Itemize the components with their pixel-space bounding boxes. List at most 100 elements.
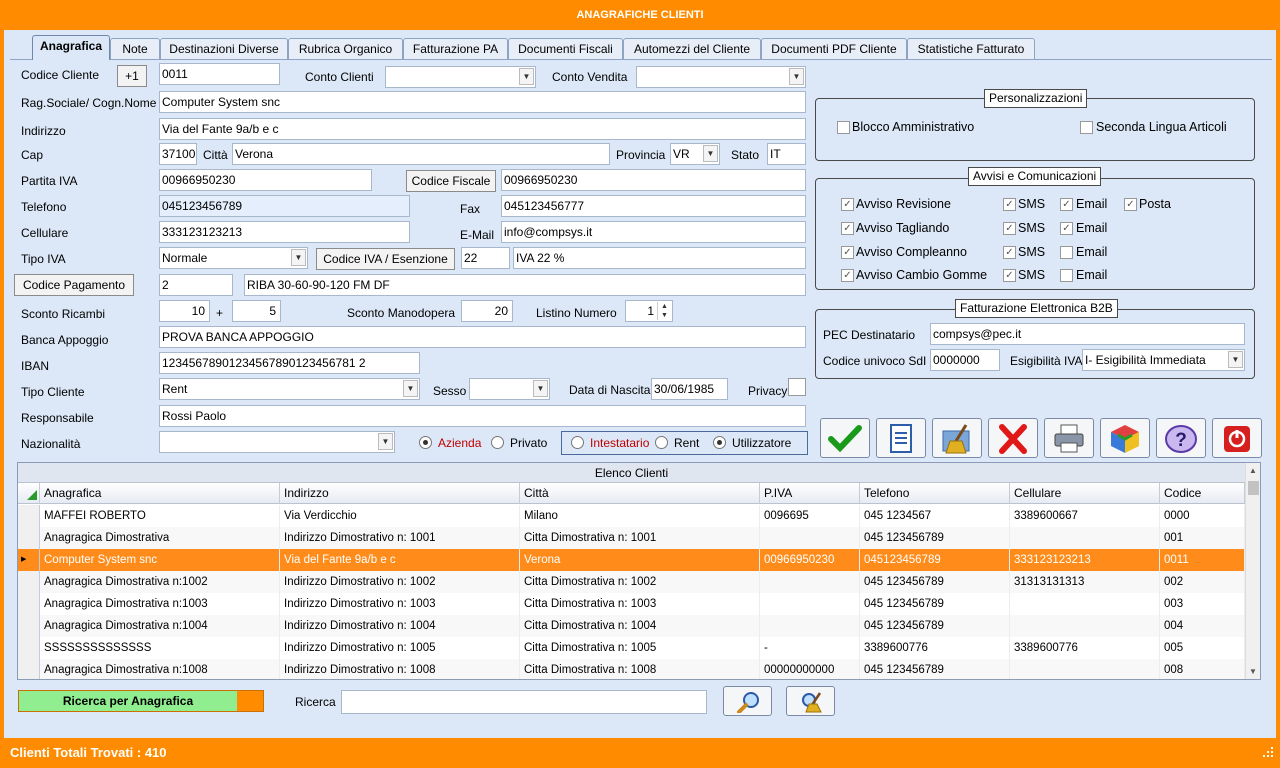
cellulare-input[interactable]: 333123123213: [159, 221, 410, 243]
revisione-sms-checkbox[interactable]: ✓: [1003, 198, 1016, 211]
chevron-down-icon[interactable]: ▼: [519, 68, 534, 85]
pec-input[interactable]: compsys@pec.it: [930, 323, 1245, 345]
tipo-cliente-select[interactable]: Rent ▼: [159, 378, 420, 400]
privacy-checkbox[interactable]: [788, 378, 806, 396]
rent-radio[interactable]: [655, 436, 668, 449]
provincia-select[interactable]: VR ▼: [670, 143, 720, 165]
new-document-button[interactable]: [876, 418, 926, 458]
piva-input[interactable]: 00966950230: [159, 169, 372, 191]
seconda-lingua-checkbox[interactable]: [1080, 121, 1093, 134]
stato-input[interactable]: IT: [767, 143, 806, 165]
chevron-down-icon[interactable]: ▼: [1228, 351, 1243, 368]
sconto-manodopera-input[interactable]: 20: [461, 300, 513, 322]
tagliando-email-checkbox[interactable]: ✓: [1060, 222, 1073, 235]
pagamento-code-input[interactable]: 2: [159, 274, 233, 296]
avviso-tagliando-checkbox[interactable]: ✓: [841, 222, 854, 235]
table-row[interactable]: Anagragica Dimostrativa Indirizzo Dimostr…: [18, 527, 1245, 549]
resize-grip-icon[interactable]: [1262, 746, 1274, 758]
nascita-input[interactable]: 30/06/1985: [651, 378, 728, 400]
col-codice[interactable]: Codice: [1160, 483, 1245, 504]
delete-button[interactable]: [988, 418, 1038, 458]
scroll-down-icon[interactable]: ▼: [1249, 667, 1257, 676]
cap-input[interactable]: 37100: [159, 143, 197, 165]
modules-button[interactable]: [1100, 418, 1150, 458]
tab-statistiche[interactable]: Statistiche Fatturato: [907, 38, 1035, 59]
sconto-ricambi2-input[interactable]: 5: [232, 300, 281, 322]
codice-cliente-input[interactable]: 0011: [159, 63, 280, 85]
compleanno-sms-checkbox[interactable]: ✓: [1003, 246, 1016, 259]
row-header[interactable]: [18, 637, 40, 659]
clienti-grid[interactable]: Elenco Clienti Anagrafica Indirizzo Citt…: [17, 462, 1261, 680]
tab-automezzi[interactable]: Automezzi del Cliente: [623, 38, 761, 59]
print-button[interactable]: [1044, 418, 1094, 458]
tab-documenti-fiscali[interactable]: Documenti Fiscali: [508, 38, 623, 59]
table-row[interactable]: Anagragica Dimostrativa n:1002 Indirizzo …: [18, 571, 1245, 593]
exit-button[interactable]: [1212, 418, 1262, 458]
iban-input[interactable]: 12345678901234567890123456781 2: [159, 352, 420, 374]
listino-stepper[interactable]: 1 ▲ ▼: [625, 300, 673, 322]
row-header[interactable]: ▶: [18, 549, 40, 571]
azienda-radio[interactable]: [419, 436, 432, 449]
indirizzo-input[interactable]: Via del Fante 9a/b e c: [159, 118, 806, 140]
table-row[interactable]: SSSSSSSSSSSSSS Indirizzo Dimostrativo n: …: [18, 637, 1245, 659]
row-header[interactable]: [18, 527, 40, 549]
blocco-checkbox[interactable]: [837, 121, 850, 134]
tagliando-sms-checkbox[interactable]: ✓: [1003, 222, 1016, 235]
codice-iva-button[interactable]: Codice IVA / Esenzione: [316, 248, 455, 270]
pagamento-desc-input[interactable]: RIBA 30-60-90-120 FM DF: [244, 274, 806, 296]
chevron-down-icon[interactable]: ▼: [403, 380, 418, 397]
table-row-selected[interactable]: ▶ Computer System snc Via del Fante 9a/b e…: [18, 549, 1245, 571]
table-row[interactable]: Anagragica Dimostrativa n:1003 Indirizzo …: [18, 593, 1245, 615]
col-telefono[interactable]: Telefono: [860, 483, 1010, 504]
revisione-email-checkbox[interactable]: ✓: [1060, 198, 1073, 211]
nazionalita-select[interactable]: ▼: [159, 431, 395, 453]
gomme-sms-checkbox[interactable]: ✓: [1003, 269, 1016, 282]
help-button[interactable]: ?: [1156, 418, 1206, 458]
grid-scrollbar[interactable]: ▲ ▼: [1245, 463, 1260, 679]
ragsoc-input[interactable]: Computer System snc: [159, 91, 806, 113]
revisione-posta-checkbox[interactable]: ✓: [1124, 198, 1137, 211]
email-input[interactable]: info@compsys.it: [501, 221, 806, 243]
tab-documenti-pdf[interactable]: Documenti PDF Cliente: [761, 38, 907, 59]
confirm-button[interactable]: [820, 418, 870, 458]
table-row[interactable]: Anagragica Dimostrativa n:1004 Indirizzo …: [18, 615, 1245, 637]
search-mode-button[interactable]: Ricerca per Anagrafica: [18, 690, 264, 712]
scroll-thumb[interactable]: [1248, 481, 1259, 495]
chevron-down-icon[interactable]: ▼: [378, 433, 393, 450]
col-indirizzo[interactable]: Indirizzo: [280, 483, 520, 504]
telefono-input[interactable]: 045123456789: [159, 195, 410, 217]
conto-vendita-select[interactable]: ▼: [636, 66, 806, 88]
codice-iva-input[interactable]: 22: [461, 247, 510, 269]
table-row[interactable]: Anagragica Dimostrativa n:1008 Indirizzo …: [18, 659, 1245, 679]
chevron-down-icon[interactable]: ▼: [789, 68, 804, 85]
tab-note[interactable]: Note: [110, 38, 160, 59]
avviso-compleanno-checkbox[interactable]: ✓: [841, 246, 854, 259]
codice-pagamento-button[interactable]: Codice Pagamento: [14, 274, 134, 296]
search-button[interactable]: [723, 686, 772, 716]
row-header[interactable]: [18, 615, 40, 637]
avviso-revisione-checkbox[interactable]: ✓: [841, 198, 854, 211]
table-row[interactable]: MAFFEI ROBERTO Via Verdicchio Milano 009669…: [18, 505, 1245, 527]
privato-radio[interactable]: [491, 436, 504, 449]
sesso-select[interactable]: ▼: [469, 378, 550, 400]
esigibilita-select[interactable]: I- Esigibilità Immediata ▼: [1082, 349, 1245, 371]
codice-fiscale-input[interactable]: 00966950230: [501, 169, 806, 191]
spinner-icon[interactable]: ▲ ▼: [657, 302, 671, 320]
intestatario-radio[interactable]: [571, 436, 584, 449]
row-header[interactable]: [18, 659, 40, 679]
banca-input[interactable]: PROVA BANCA APPOGGIO: [159, 326, 806, 348]
citta-input[interactable]: Verona: [232, 143, 610, 165]
clean-button[interactable]: [932, 418, 982, 458]
conto-clienti-select[interactable]: ▼: [385, 66, 536, 88]
search-input[interactable]: [341, 690, 707, 714]
row-header[interactable]: [18, 505, 40, 527]
plus-one-button[interactable]: +1: [117, 65, 147, 87]
gomme-email-checkbox[interactable]: [1060, 269, 1073, 282]
row-header[interactable]: [18, 593, 40, 615]
responsabile-input[interactable]: Rossi Paolo: [159, 405, 806, 427]
tab-destinazioni[interactable]: Destinazioni Diverse: [160, 38, 288, 59]
tab-fatturazione-pa[interactable]: Fatturazione PA: [403, 38, 508, 59]
tipo-iva-select[interactable]: Normale ▼: [159, 247, 308, 269]
iva-desc-input[interactable]: IVA 22 %: [513, 247, 806, 269]
row-header[interactable]: [18, 571, 40, 593]
